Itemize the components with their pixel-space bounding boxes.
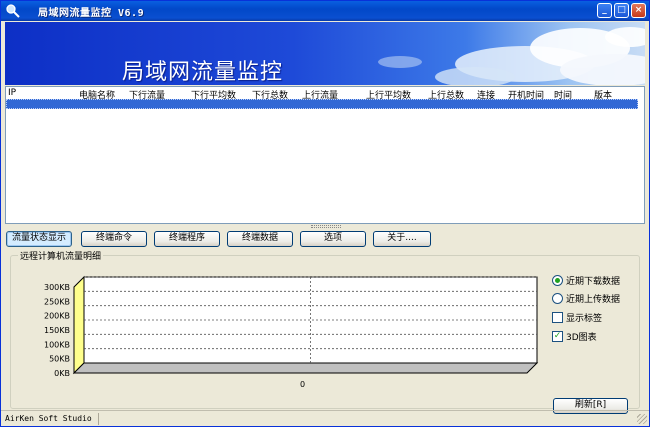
title-bar[interactable]: 局域网流量监控 V6.9 _ □ ×: [1, 1, 649, 21]
y-tick-label: 50KB: [49, 355, 70, 364]
tab-traffic-status[interactable]: 流量状态显示: [6, 231, 72, 247]
close-button[interactable]: ×: [631, 3, 646, 18]
y-tick-label: 150KB: [44, 326, 70, 335]
tab-terminal-program[interactable]: 终端程序: [154, 231, 220, 247]
checkbox-box[interactable]: [552, 312, 563, 323]
chart-3d-checkbox[interactable]: ✓ 3D图表: [552, 330, 597, 343]
traffic-chart: 300KB 250KB 200KB 150KB 100KB 50KB 0KB 0: [44, 275, 539, 389]
tab-terminal-command[interactable]: 终端命令: [81, 231, 147, 247]
cloud-image: [378, 27, 645, 85]
list-header: IP 电脑名称 下行流量 下行平均数 下行总数 上行流量 上行平均数 上行总数 …: [6, 87, 644, 101]
tab-options[interactable]: 选项: [300, 231, 366, 247]
tab-about[interactable]: 关于....: [373, 231, 431, 247]
traffic-list[interactable]: IP 电脑名称 下行流量 下行平均数 下行总数 上行流量 上行平均数 上行总数 …: [5, 86, 645, 224]
maximize-button[interactable]: □: [614, 3, 629, 18]
selected-row[interactable]: [6, 99, 638, 109]
radio-label: 近期上传数据: [566, 295, 621, 305]
checkbox-label: 显示标签: [566, 314, 603, 324]
status-bar: AirKen Soft Studio: [1, 410, 649, 426]
radio-indicator[interactable]: [552, 293, 563, 304]
checkmark-icon[interactable]: ✓: [552, 331, 563, 342]
recent-upload-radio[interactable]: 近期上传数据: [552, 292, 620, 305]
app-icon[interactable]: [6, 4, 20, 18]
chart-floor: [72, 362, 539, 374]
window-title: 局域网流量监控 V6.9: [38, 7, 145, 19]
radio-label: 近期下载数据: [566, 277, 621, 287]
y-tick-label: 100KB: [44, 340, 70, 349]
checkbox-label: 3D图表: [566, 333, 597, 343]
y-tick-label: 250KB: [44, 297, 70, 306]
traffic-detail-group: 远程计算机流量明细 300KB 250KB 200KB 150KB 100KB 50KB 0…: [10, 249, 640, 414]
show-labels-checkbox[interactable]: 显示标签: [552, 311, 602, 324]
recent-download-radio[interactable]: 近期下载数据: [552, 274, 620, 287]
resize-grip-icon[interactable]: [637, 414, 647, 424]
y-tick-label: 200KB: [44, 312, 70, 321]
status-text: AirKen Soft Studio: [5, 414, 92, 423]
y-tick-label: 300KB: [44, 283, 70, 292]
y-tick-label: 0KB: [54, 369, 70, 378]
status-divider: [98, 413, 99, 425]
lower-panel: 流量状态显示 终端命令 终端程序 终端数据 选项 关于.... 远程计算机流量明…: [5, 228, 645, 414]
main-window: 局域网流量监控 V6.9 _ □ × 局域网流量监控 IP 电脑名称 下行流量 …: [0, 0, 650, 427]
banner-title: 局域网流量监控: [122, 60, 284, 85]
minimize-button[interactable]: _: [597, 3, 612, 18]
chart-left-wall: [73, 275, 85, 375]
radio-indicator[interactable]: [552, 275, 563, 286]
banner: 局域网流量监控: [5, 22, 645, 85]
tab-terminal-data[interactable]: 终端数据: [227, 231, 293, 247]
x-tick-label: 0: [300, 380, 305, 389]
group-title: 远程计算机流量明细: [18, 249, 104, 262]
column-ip[interactable]: IP: [8, 88, 16, 98]
